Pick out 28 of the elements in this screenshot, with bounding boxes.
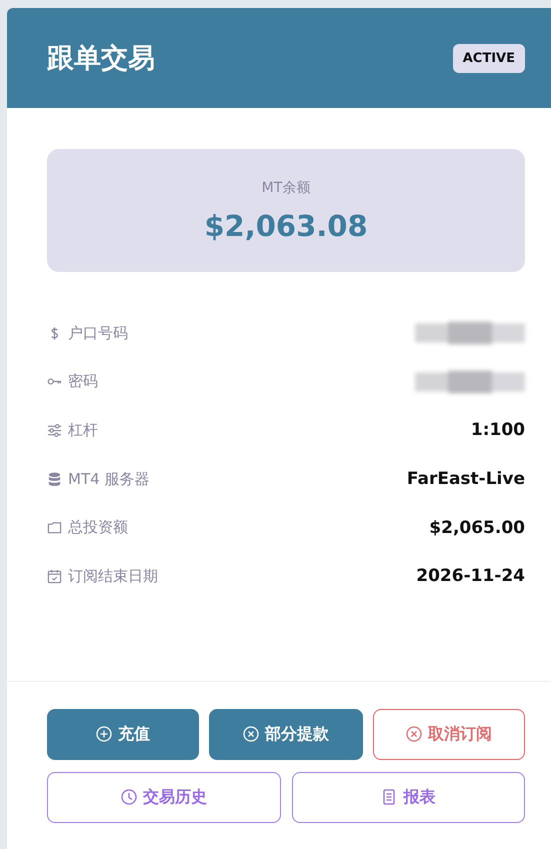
detail-value: 1:100 xyxy=(470,420,525,440)
detail-label: 杠杆 xyxy=(68,420,98,440)
action-button[interactable]: 报表 xyxy=(292,772,525,823)
detail-value: 2026-11-24 xyxy=(416,566,525,586)
action-button[interactable]: 部分提款 xyxy=(209,708,363,760)
sliders-icon xyxy=(47,422,62,438)
clock-icon xyxy=(120,789,137,806)
document-icon xyxy=(381,789,398,806)
page-title: 跟单交易 xyxy=(47,42,155,76)
detail-value: FarEast-Live xyxy=(406,469,525,490)
balance-label: MT余额 xyxy=(262,178,310,196)
database-icon xyxy=(47,472,62,487)
action-button[interactable]: 充值 xyxy=(47,708,199,760)
balance-value: $2,063.08 xyxy=(204,208,368,242)
status-badge: ACTIVE xyxy=(452,44,525,72)
action-button[interactable]: 交易历史 xyxy=(47,772,280,823)
detail-label: 户口号码 xyxy=(68,324,128,343)
calendar-icon xyxy=(47,568,62,584)
x-circle-icon xyxy=(243,726,259,742)
x-circle-icon xyxy=(406,726,422,742)
action-button[interactable]: 取消订阅 xyxy=(373,708,525,760)
detail-label: 密码 xyxy=(68,372,98,392)
detail-label: 总投资额 xyxy=(68,518,128,538)
detail-label: 订阅结束日期 xyxy=(68,566,158,586)
detail-label: MT4 服务器 xyxy=(68,470,150,489)
detail-value: $2,065.00 xyxy=(429,518,525,538)
plus-circle-icon xyxy=(96,726,112,742)
folder-icon xyxy=(47,520,62,536)
